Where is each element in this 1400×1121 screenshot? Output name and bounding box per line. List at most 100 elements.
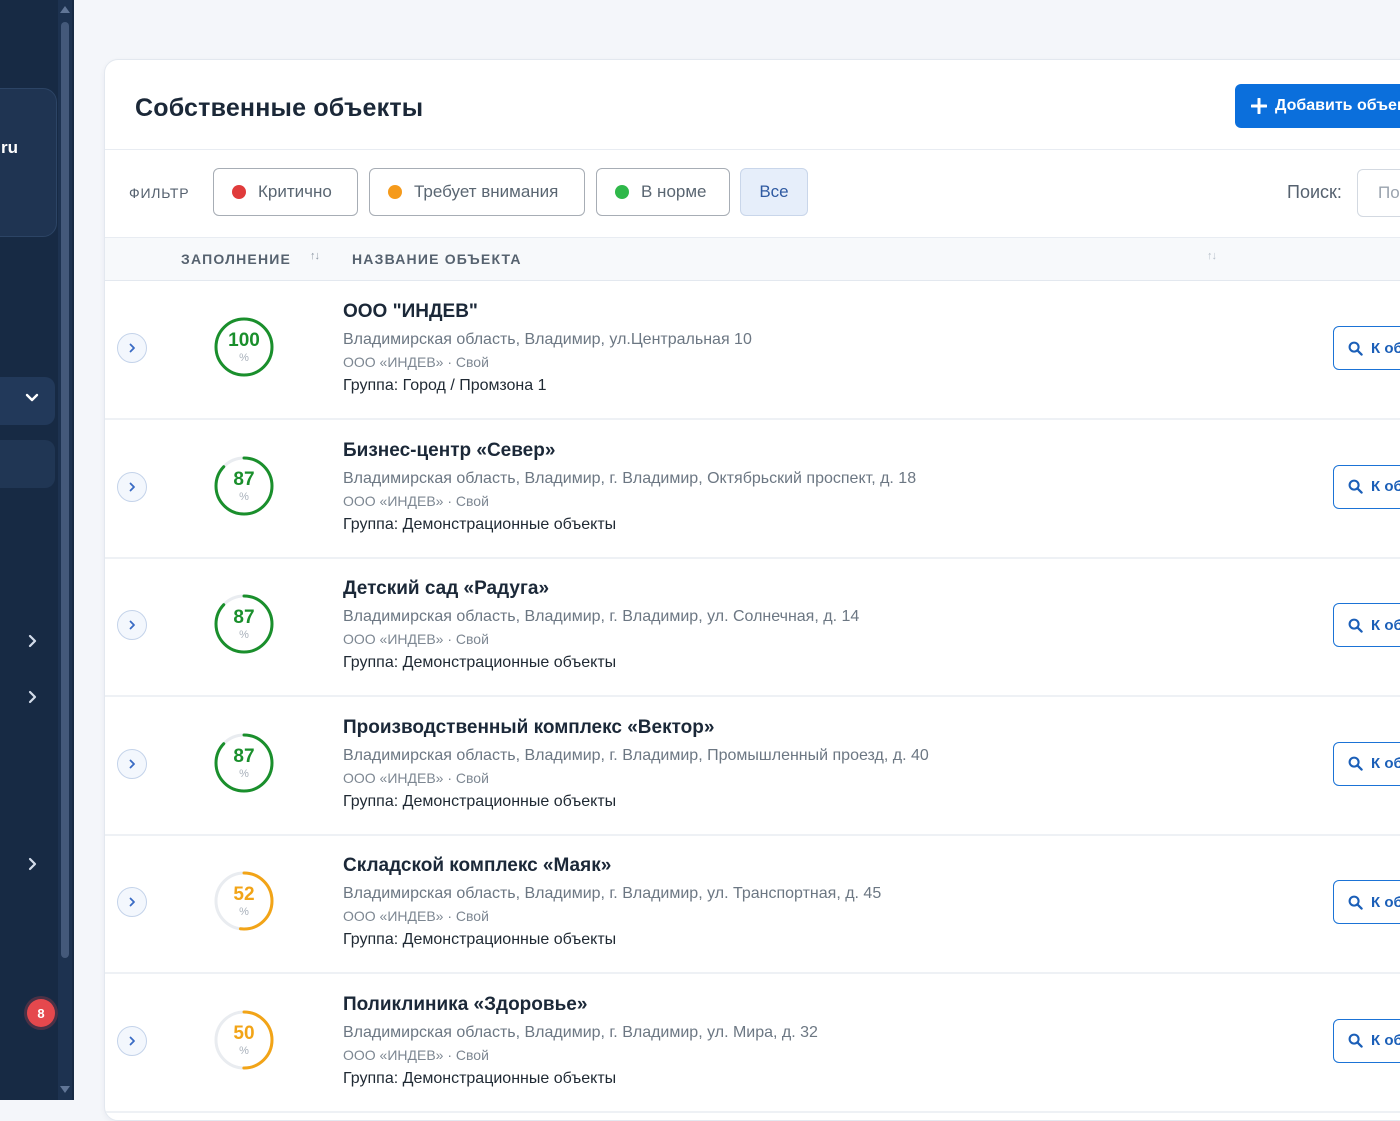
search-icon xyxy=(1348,618,1363,633)
filter-all-button[interactable]: Все xyxy=(740,168,808,216)
object-group: Группа: Демонстрационные объекты xyxy=(343,931,617,948)
object-organization: ООО «ИНДЕВ» · Свой xyxy=(343,1046,489,1063)
goto-object-button[interactable]: К объекту xyxy=(1333,1018,1400,1063)
object-organization: ООО «ИНДЕВ» · Свой xyxy=(343,631,489,647)
object-name: Детский сад «Радуга» xyxy=(343,578,550,599)
fill-progress-ring: 87 % xyxy=(213,455,275,517)
plus-icon xyxy=(1251,98,1267,114)
search-icon xyxy=(1348,1033,1363,1048)
filter-normal-label: В норме xyxy=(641,182,707,201)
filter-critical-button[interactable]: Критично xyxy=(213,168,358,216)
scroll-down-arrow-icon[interactable] xyxy=(60,1086,70,1093)
chevron-right-icon[interactable] xyxy=(25,634,39,648)
goto-object-label: К объекту xyxy=(1371,339,1400,357)
fill-progress-ring: 87 % xyxy=(213,593,275,655)
search-icon xyxy=(1348,341,1363,356)
table-row: 52 % Складской комплекс «Маяк» Владимирс… xyxy=(105,834,1400,974)
goto-object-label: К объекту xyxy=(1371,616,1400,634)
chevron-right-icon xyxy=(129,897,135,907)
fill-percent-value: 87 xyxy=(233,745,255,767)
fill-percent-unit: % xyxy=(239,1044,249,1057)
expand-row-button[interactable] xyxy=(117,333,147,363)
fill-progress-ring: 100 % xyxy=(213,316,275,378)
search-icon xyxy=(1348,479,1363,494)
object-group: Группа: Демонстрационные объекты xyxy=(343,654,617,671)
add-object-label: Добавить объект xyxy=(1275,97,1400,114)
filter-all-label: Все xyxy=(759,182,789,201)
filter-label: ФИЛЬТР xyxy=(129,185,190,201)
object-name: Производственный комплекс «Вектор» xyxy=(343,716,715,738)
chevron-right-icon[interactable] xyxy=(25,857,39,871)
search-icon xyxy=(1348,895,1363,910)
chevron-right-icon xyxy=(129,482,135,491)
object-address: Владимирская область, Владимир, г. Влади… xyxy=(343,1023,818,1041)
warning-dot-icon xyxy=(388,185,402,199)
fill-percent-value: 52 xyxy=(233,884,255,905)
fill-progress-ring: 50 % xyxy=(213,1009,275,1071)
sort-icon[interactable]: ↑↓ xyxy=(1207,250,1217,262)
normal-dot-icon xyxy=(615,185,629,199)
goto-object-button[interactable]: К объекту xyxy=(1333,880,1400,924)
object-organization: ООО «ИНДЕВ» · Свой xyxy=(343,769,489,786)
table-row: 87 % Производственный комплекс «Вектор» … xyxy=(105,696,1400,836)
fill-percent-value: 100 xyxy=(228,330,260,351)
column-header-fill[interactable]: ЗАПОЛНЕНИЕ xyxy=(181,251,291,267)
object-name: ООО "ИНДЕВ" xyxy=(343,301,478,322)
fill-percent-unit: % xyxy=(239,906,249,918)
sidebar-brand-card[interactable]: ru xyxy=(0,88,57,237)
sidebar-scroll-thumb[interactable] xyxy=(61,22,69,958)
expand-row-button[interactable] xyxy=(117,610,147,640)
fill-percent-unit: % xyxy=(239,352,249,364)
expand-row-button[interactable] xyxy=(117,887,147,917)
goto-object-label: К объекту xyxy=(1371,478,1400,495)
scroll-up-arrow-icon[interactable] xyxy=(60,6,70,13)
fill-progress-ring: 87 % xyxy=(213,732,275,794)
object-name: Бизнес-центр «Север» xyxy=(343,439,556,461)
filter-critical-label: Критично xyxy=(258,182,332,201)
sidebar-brand-text: ru xyxy=(1,138,18,157)
fill-percent-unit: % xyxy=(239,490,249,503)
fill-percent-value: 87 xyxy=(233,468,255,490)
chevron-right-icon[interactable] xyxy=(25,690,39,704)
critical-dot-icon xyxy=(232,185,246,199)
table-row: 50 % Поликлиника «Здоровье» Владимирская… xyxy=(105,973,1400,1113)
goto-object-label: К объекту xyxy=(1371,893,1400,911)
sidebar-subitem[interactable] xyxy=(0,440,55,488)
chevron-right-icon xyxy=(129,620,135,630)
filter-warning-button[interactable]: Требует внимания xyxy=(369,168,585,216)
goto-object-button[interactable]: К объекту xyxy=(1333,603,1400,647)
fill-percent-unit: % xyxy=(239,767,249,780)
table-header: ЗАПОЛНЕНИЕ ↑↓ НАЗВАНИЕ ОБЪЕКТА ↑↓ xyxy=(105,237,1400,281)
goto-object-button[interactable]: К объекту xyxy=(1333,741,1400,786)
object-name: Складской комплекс «Маяк» xyxy=(343,855,612,876)
sort-icon[interactable]: ↑↓ xyxy=(310,250,320,262)
add-object-button[interactable]: Добавить объект xyxy=(1235,84,1400,128)
column-header-name[interactable]: НАЗВАНИЕ ОБЪЕКТА xyxy=(352,251,522,267)
expand-row-button[interactable] xyxy=(117,748,147,779)
search-label: Поиск: xyxy=(1287,182,1342,202)
object-organization: ООО «ИНДЕВ» · Свой xyxy=(343,354,489,370)
expand-row-button[interactable] xyxy=(117,1025,147,1056)
goto-object-button[interactable]: К объекту xyxy=(1333,464,1400,509)
sidebar: ru 8 xyxy=(0,0,74,1100)
object-group: Группа: Город / Промзона 1 xyxy=(343,377,547,394)
object-group: Группа: Демонстрационные объекты xyxy=(343,515,617,533)
filter-normal-button[interactable]: В норме xyxy=(596,168,730,216)
sidebar-item-expanded[interactable] xyxy=(0,377,55,425)
search-input[interactable] xyxy=(1357,169,1400,217)
page-title: Собственные объекты xyxy=(135,94,424,122)
fill-percent-value: 50 xyxy=(233,1022,255,1044)
chevron-right-icon xyxy=(129,343,135,353)
expand-row-button[interactable] xyxy=(117,471,147,502)
goto-object-label: К объекту xyxy=(1371,755,1400,772)
objects-card: Собственные объекты Добавить объект ФИЛЬ… xyxy=(104,59,1400,1121)
object-organization: ООО «ИНДЕВ» · Свой xyxy=(343,492,489,509)
object-address: Владимирская область, Владимир, ул.Центр… xyxy=(343,331,752,348)
object-organization: ООО «ИНДЕВ» · Свой xyxy=(343,908,489,924)
object-address: Владимирская область, Владимир, г. Влади… xyxy=(343,885,882,902)
table-row: 87 % Бизнес-центр «Север» Владимирская о… xyxy=(105,419,1400,559)
notification-badge[interactable]: 8 xyxy=(27,999,55,1027)
table-row: 87 % Детский сад «Радуга» Владимирская о… xyxy=(105,557,1400,697)
goto-object-button[interactable]: К объекту xyxy=(1333,326,1400,370)
chevron-right-icon xyxy=(129,1036,135,1045)
